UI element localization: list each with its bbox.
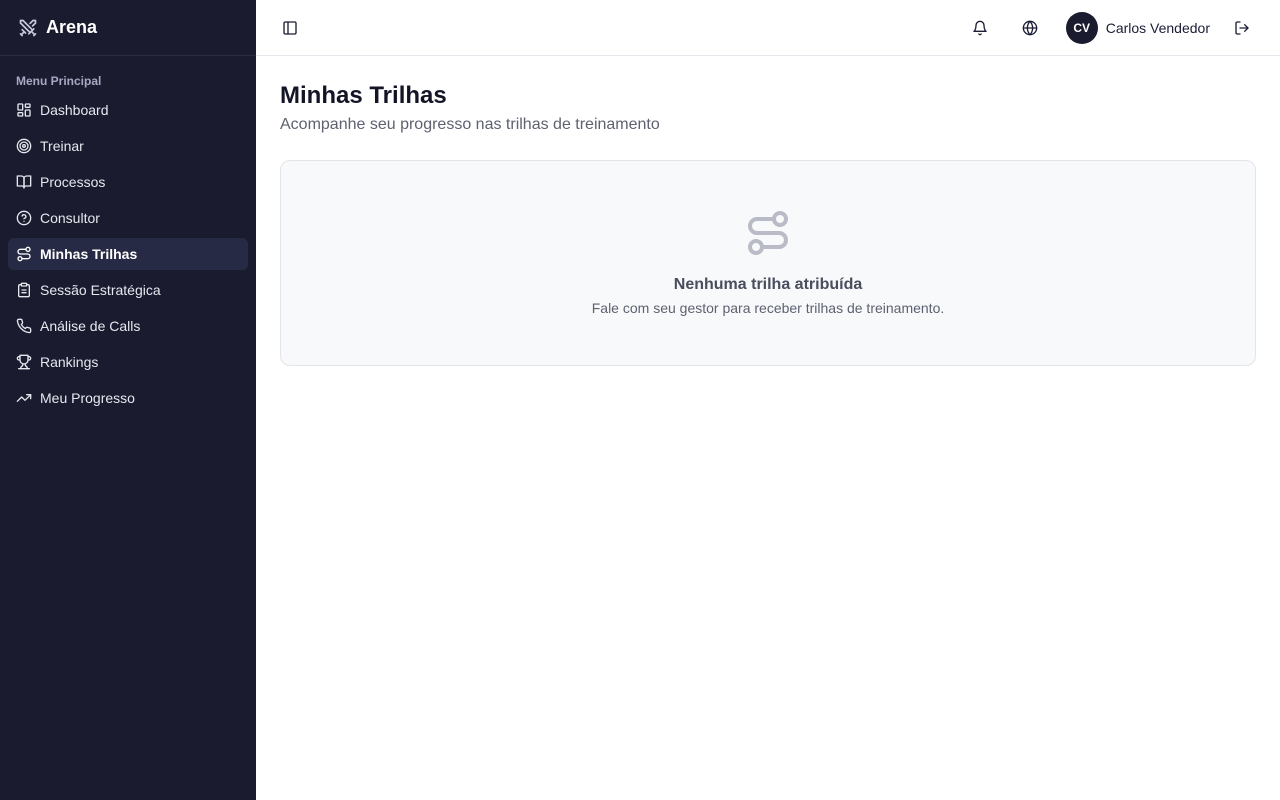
sidebar-item-treinar[interactable]: Treinar [8,130,248,162]
notifications-button[interactable] [962,10,998,46]
sidebar-item-consultor[interactable]: Consultor [8,202,248,234]
trending-up-icon [16,390,32,406]
sidebar-item-minhas-trilhas[interactable]: Minhas Trilhas [8,238,248,270]
empty-state-title: Nenhuma trilha atribuída [673,276,863,293]
top-header: CV Carlos Vendedor [256,0,1280,56]
sidebar-nav: Dashboard Treinar Processos Consultor Mi… [0,94,256,414]
sidebar: Arena Menu Principal Dashboard Treinar P… [0,0,256,800]
sidebar-toggle-button[interactable] [276,14,304,42]
logout-icon [1234,20,1250,36]
grid-icon [16,102,32,118]
empty-state-card: Nenhuma trilha atribuída Fale com seu ge… [280,160,1256,366]
sidebar-item-label: Processos [40,174,106,190]
bell-icon [972,20,988,36]
book-icon [16,174,32,190]
sidebar-item-label: Treinar [40,138,84,154]
sidebar-item-label: Análise de Calls [40,318,141,334]
page-subtitle: Acompanhe seu progresso nas trilhas de t… [280,116,660,133]
main-content: Minhas Trilhas Acompanhe seu progresso n… [256,56,1280,800]
avatar: CV [1065,11,1098,44]
crossed-swords-icon [18,18,38,38]
target-icon [16,138,32,154]
empty-state-text: Fale com seu gestor para receber trilhas… [591,300,945,316]
sidebar-item-meu-progresso[interactable]: Meu Progresso [8,382,248,414]
header-actions: CV Carlos Vendedor [962,10,1260,46]
sidebar-item-analise-de-calls[interactable]: Análise de Calls [8,310,248,342]
sidebar-item-label: Sessão Estratégica [40,282,161,298]
logout-button[interactable] [1224,10,1260,46]
user-name: Carlos Vendedor [1105,19,1210,36]
panel-left-icon [282,20,298,36]
brand-name: Arena [46,17,98,37]
route-icon [16,246,32,262]
nav-group-label: Menu Principal [16,74,102,88]
page-title: Minhas Trilhas [280,82,447,109]
phone-icon [16,318,32,334]
sidebar-item-label: Rankings [40,354,99,370]
language-button[interactable] [1012,10,1048,46]
trophy-icon [16,354,32,370]
help-circle-icon [16,210,32,226]
user-menu[interactable]: CV Carlos Vendedor [1065,11,1210,44]
sidebar-item-label: Consultor [40,210,100,226]
sidebar-item-dashboard[interactable]: Dashboard [8,94,248,126]
clipboard-icon [16,282,32,298]
brand[interactable]: Arena [0,0,256,56]
sidebar-item-label: Dashboard [40,102,109,118]
route-icon [744,209,792,262]
sidebar-item-label: Minhas Trilhas [40,246,138,262]
sidebar-item-processos[interactable]: Processos [8,166,248,198]
sidebar-item-rankings[interactable]: Rankings [8,346,248,378]
sidebar-item-label: Meu Progresso [40,390,135,406]
globe-icon [1022,20,1038,36]
sidebar-item-sessao-estrategica[interactable]: Sessão Estratégica [8,274,248,306]
